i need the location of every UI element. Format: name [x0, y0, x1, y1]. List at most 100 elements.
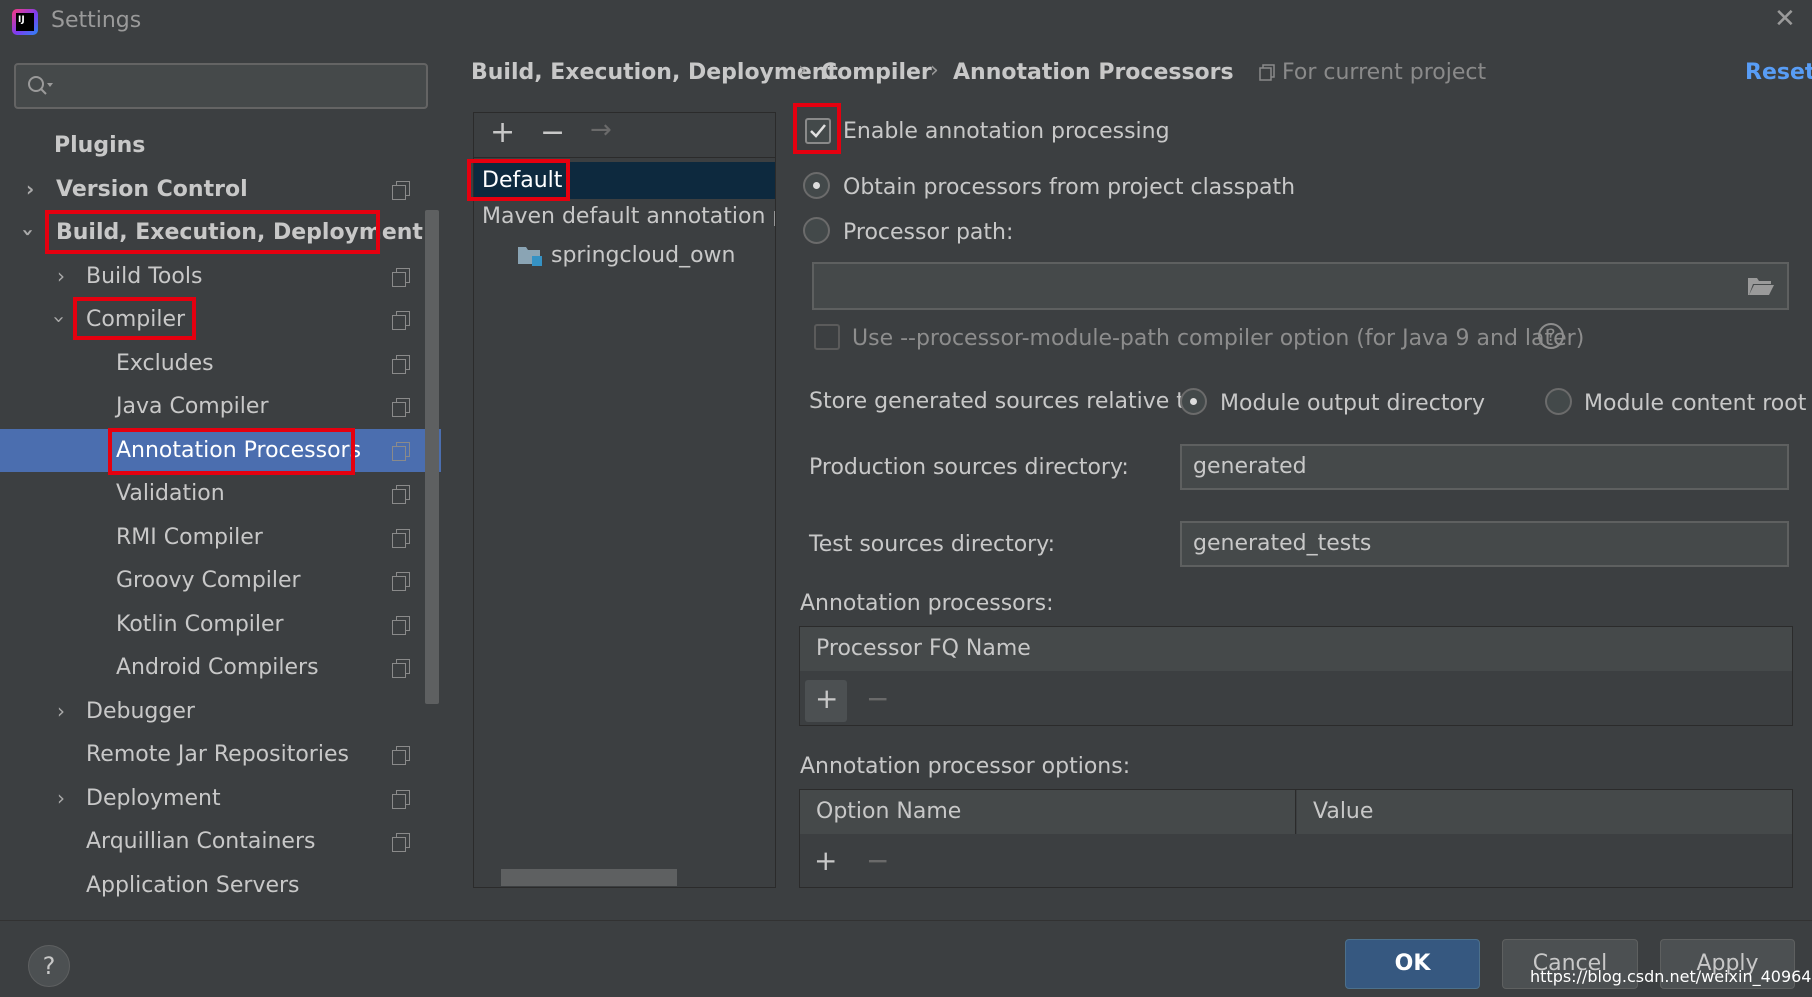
sidebar-item-label: Build Tools — [86, 264, 203, 289]
annotation-processor-options-label: Annotation processor options: — [800, 754, 1131, 779]
sidebar-item-label: Annotation Processors — [116, 438, 362, 463]
chevron-right-icon[interactable]: › — [57, 777, 65, 820]
project-scope-icon — [392, 398, 410, 417]
project-scope-icon — [392, 442, 410, 461]
sidebar-item-validation[interactable]: Validation — [0, 472, 428, 515]
breadcrumb-separator: › — [798, 58, 807, 83]
sidebar-item-arquillian-containers[interactable]: Arquillian Containers — [0, 820, 428, 863]
add-processor-button[interactable]: + — [805, 680, 847, 722]
watermark-text: https://blog.csdn.net/weixin_40964170 — [1530, 967, 1812, 986]
breadcrumb-part: Build, Execution, Deployment — [471, 60, 838, 85]
help-button[interactable]: ? — [28, 945, 70, 987]
test-sources-field[interactable]: generated_tests — [1180, 521, 1789, 567]
profile-maven-row[interactable]: Maven default annotation pro — [474, 192, 775, 226]
sidebar-item-remote-jar-repositories[interactable]: Remote Jar Repositories — [0, 733, 428, 776]
sidebar-item-application-servers[interactable]: Application Servers — [0, 864, 428, 907]
sidebar-item-debugger[interactable]: › Debugger — [0, 690, 428, 733]
chevron-down-icon[interactable]: › — [7, 228, 50, 236]
profiles-horizontal-scrollbar[interactable] — [501, 869, 677, 886]
project-scope-icon — [392, 311, 410, 330]
project-scope-icon — [392, 181, 410, 200]
search-input[interactable] — [14, 63, 428, 109]
chevron-right-icon[interactable]: › — [57, 255, 65, 298]
sidebar-item-label: Version Control — [56, 177, 248, 202]
add-option-button[interactable]: + — [814, 844, 837, 877]
project-scope-icon — [392, 355, 410, 374]
reset-link[interactable]: Reset — [1745, 60, 1812, 85]
obtain-from-classpath-label: Obtain processors from project classpath — [843, 175, 1296, 200]
production-sources-field[interactable]: generated — [1180, 444, 1789, 490]
remove-processor-button[interactable]: − — [866, 682, 889, 715]
checkmark-icon — [810, 124, 826, 138]
close-icon[interactable]: ✕ — [1774, 4, 1796, 34]
sidebar-item-build-tools[interactable]: › Build Tools — [0, 255, 428, 298]
project-scope-icon — [392, 659, 410, 678]
folder-browse-icon[interactable] — [1747, 275, 1775, 297]
chevron-right-icon[interactable]: › — [26, 168, 34, 211]
processor-module-path-checkbox[interactable] — [814, 324, 840, 350]
sidebar-item-annotation-processors[interactable]: Annotation Processors — [0, 429, 441, 472]
test-sources-label: Test sources directory: — [809, 532, 1056, 557]
sidebar-item-label: Validation — [116, 481, 225, 506]
sidebar-item-plugins[interactable]: Plugins — [0, 124, 428, 167]
sidebar-item-groovy-compiler[interactable]: Groovy Compiler — [0, 559, 428, 602]
option-name-header[interactable]: Option Name — [800, 790, 1296, 834]
sidebar-item-label: Arquillian Containers — [86, 829, 316, 854]
sidebar-item-deployment[interactable]: › Deployment — [0, 777, 428, 820]
sidebar-item-label: RMI Compiler — [116, 525, 263, 550]
processor-path-field[interactable] — [812, 262, 1789, 310]
remove-option-button[interactable]: − — [866, 844, 889, 877]
project-scope-icon — [392, 616, 410, 635]
production-sources-label: Production sources directory: — [809, 455, 1129, 480]
store-generated-label: Store generated sources relative to: — [809, 389, 1206, 414]
sidebar-scrollbar[interactable] — [425, 210, 439, 704]
sidebar-item-label: Excludes — [116, 351, 214, 376]
profile-default[interactable]: Default — [482, 168, 562, 193]
sidebar-item-excludes[interactable]: Excludes — [0, 342, 428, 385]
sidebar-item-label: Deployment — [86, 786, 221, 811]
sidebar-item-label: Application Servers — [86, 873, 300, 898]
sidebar-item-compiler[interactable]: › Compiler — [0, 298, 428, 341]
sidebar-item-java-compiler[interactable]: Java Compiler — [0, 385, 428, 428]
page-title: Annotation Processors — [953, 60, 1234, 85]
sidebar-item-build-execution-deployment[interactable]: › Build, Execution, Deployment — [0, 211, 428, 254]
sidebar-item-android-compilers[interactable]: Android Compilers — [0, 646, 428, 689]
chevron-down-icon[interactable]: › — [38, 316, 81, 324]
project-scope-icon — [392, 790, 410, 809]
sidebar-item-label: Plugins — [54, 133, 146, 158]
help-icon[interactable]: ? — [1538, 323, 1564, 349]
obtain-from-classpath-radio[interactable] — [803, 172, 830, 199]
add-profile-button[interactable]: + — [490, 115, 515, 150]
module-output-directory-radio[interactable] — [1180, 388, 1207, 415]
sidebar-item-kotlin-compiler[interactable]: Kotlin Compiler — [0, 603, 428, 646]
sidebar-item-rmi-compiler[interactable]: RMI Compiler — [0, 516, 428, 559]
sidebar-item-label: Android Compilers — [116, 655, 319, 680]
move-to-profile-button[interactable]: → — [590, 115, 612, 145]
sidebar-item-label: Build, Execution, Deployment — [56, 220, 423, 245]
sidebar-item-label: Debugger — [86, 699, 195, 724]
sidebar-item-label: Java Compiler — [116, 394, 269, 419]
option-value-header[interactable]: Value — [1297, 790, 1792, 834]
module-springcloud-own[interactable]: springcloud_own — [551, 243, 735, 268]
project-scope-icon — [392, 268, 410, 287]
profiles-toolbar — [474, 113, 775, 158]
remove-profile-button[interactable]: − — [540, 115, 565, 150]
project-scope-icon — [392, 529, 410, 548]
enable-annotation-processing-checkbox[interactable] — [805, 118, 831, 144]
module-output-directory-label: Module output directory — [1220, 391, 1485, 416]
module-content-root-radio[interactable] — [1545, 388, 1572, 415]
add-icon: + — [815, 682, 839, 715]
ok-button[interactable]: OK — [1345, 939, 1480, 989]
sidebar-item-version-control[interactable]: › Version Control — [0, 168, 428, 211]
project-scope-icon — [392, 833, 410, 852]
project-scope-icon — [392, 572, 410, 591]
window-title: Settings — [51, 8, 142, 33]
title-bar — [0, 0, 1812, 44]
processor-path-radio[interactable] — [803, 217, 830, 244]
project-scope-icon — [1259, 64, 1275, 81]
chevron-right-icon[interactable]: › — [57, 690, 65, 733]
processor-fq-name-header[interactable]: Processor FQ Name — [800, 627, 1792, 671]
profiles-panel — [473, 112, 776, 888]
project-scope-icon — [392, 485, 410, 504]
enable-annotation-processing-label: Enable annotation processing — [843, 119, 1170, 144]
